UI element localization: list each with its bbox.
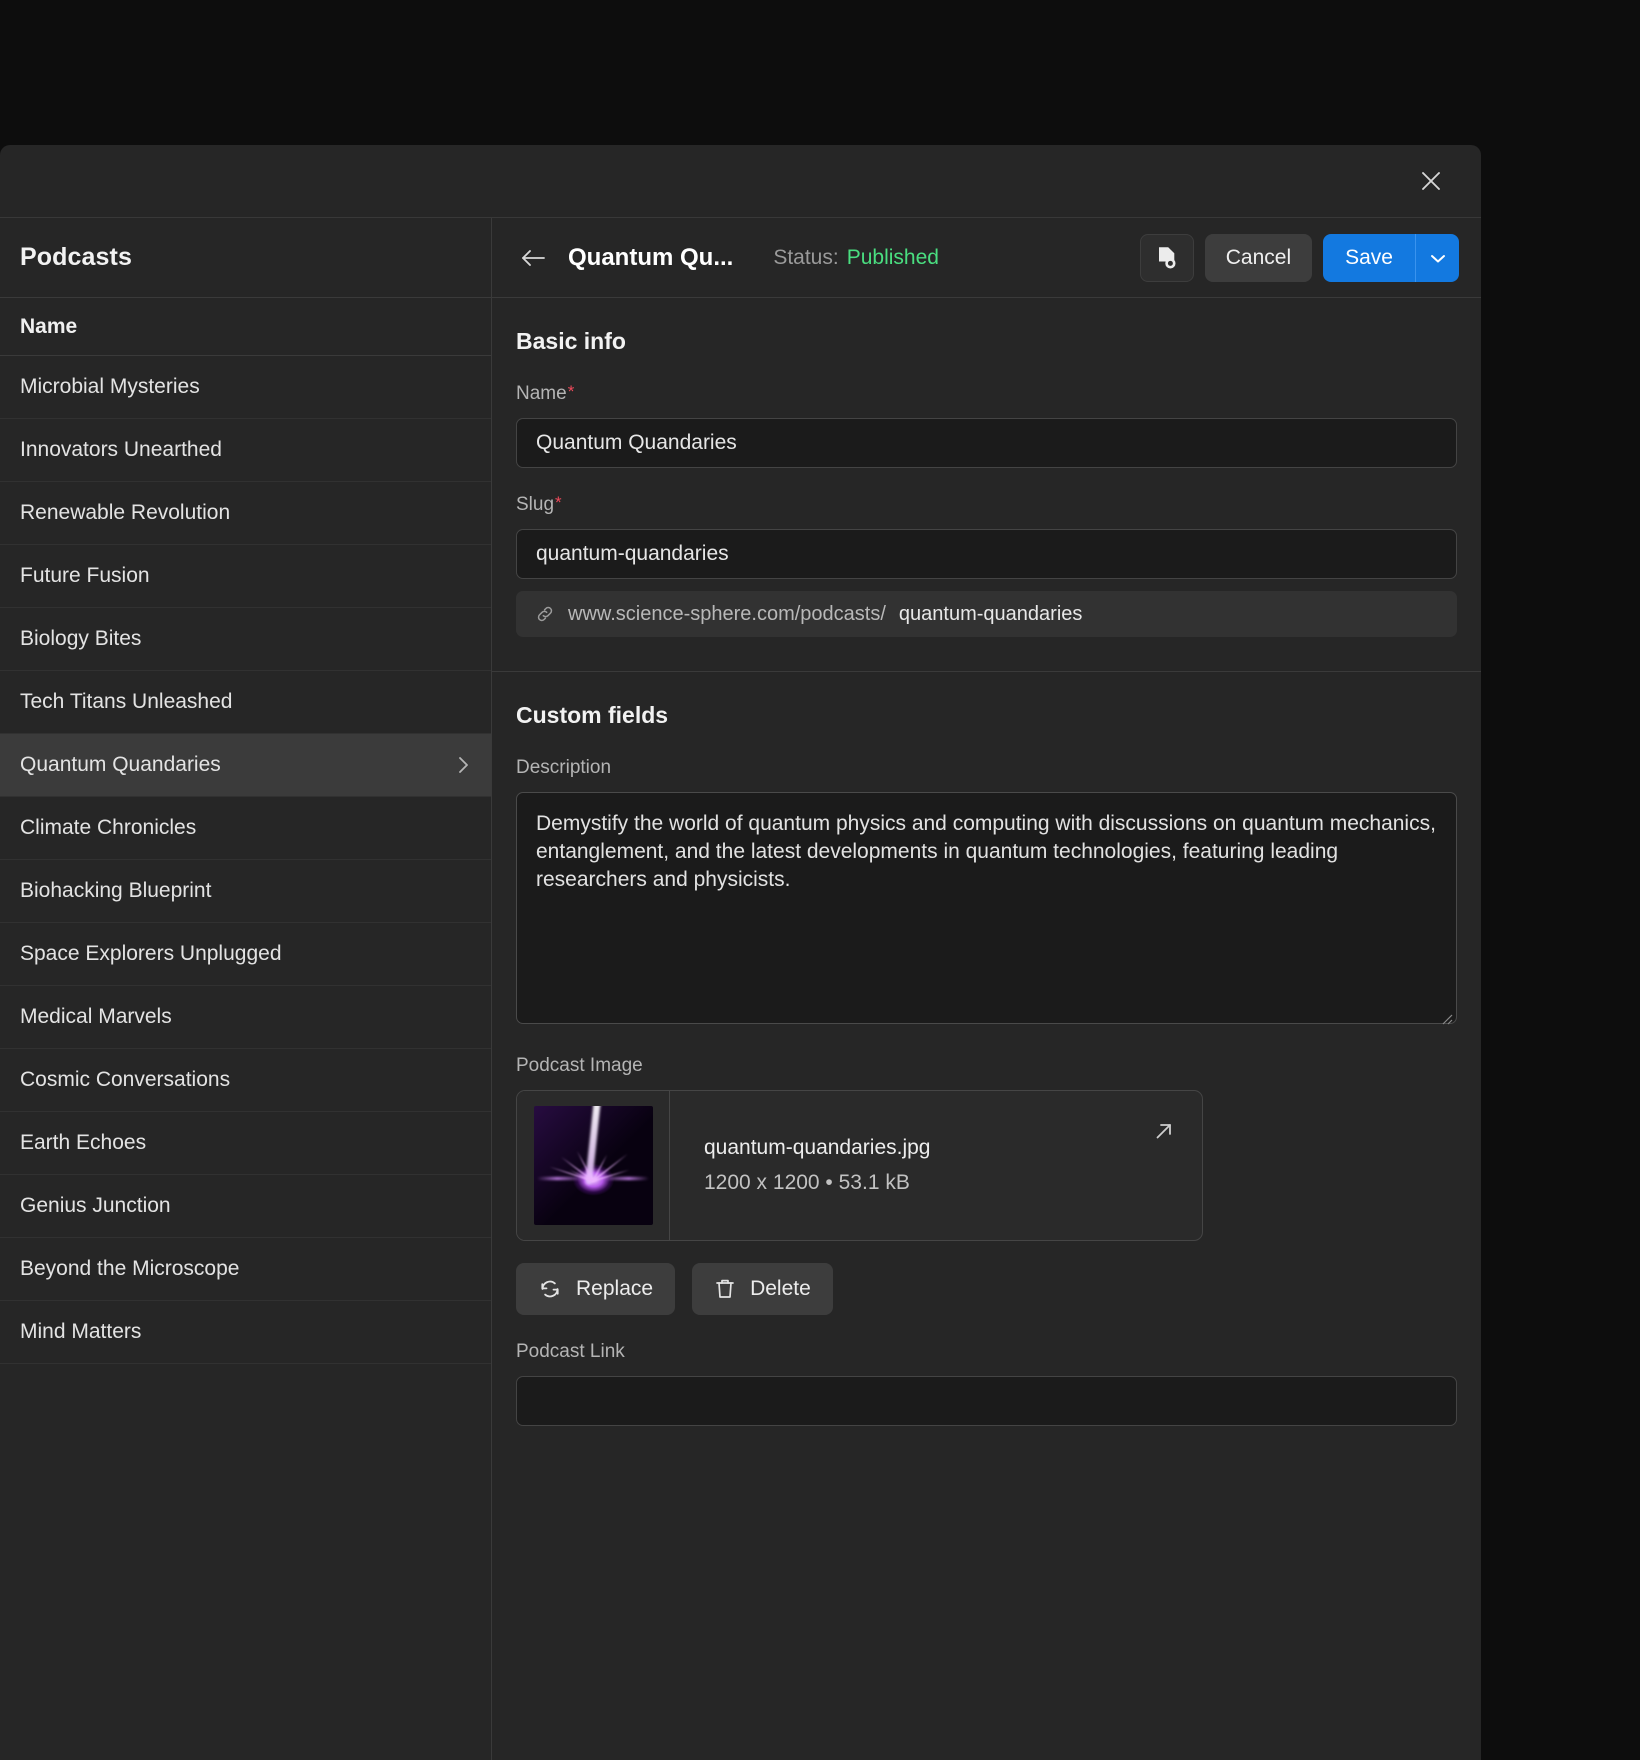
link-icon (535, 604, 555, 624)
custom-fields-section: Custom fields Description Podcast Image (492, 672, 1481, 1452)
podcast-image-card: quantum-quandaries.jpg 1200 x 1200 • 53.… (516, 1090, 1203, 1241)
replace-image-button[interactable]: Replace (516, 1263, 676, 1315)
image-file-name: quantum-quandaries.jpg (704, 1136, 931, 1159)
list-item[interactable]: Renewable Revolution (0, 482, 491, 545)
list-item-label: Medical Marvels (20, 1005, 172, 1028)
status-badge: Status: Published (773, 246, 939, 270)
list-item-label: Innovators Unearthed (20, 438, 222, 461)
list-item[interactable]: Climate Chronicles (0, 797, 491, 860)
delete-label: Delete (750, 1277, 811, 1300)
list-item-label: Genius Junction (20, 1194, 171, 1217)
list-item[interactable]: Future Fusion (0, 545, 491, 608)
close-icon[interactable] (1409, 159, 1453, 203)
image-file-meta: 1200 x 1200 • 53.1 kB (704, 1171, 910, 1194)
name-label: Name * (516, 383, 574, 405)
podcast-edit-modal: Podcasts Name Microbial Mysteries Innovat… (0, 145, 1481, 1760)
cancel-button[interactable]: Cancel (1204, 233, 1313, 282)
podcast-detail-panel: Quantum Qu... Status: Published Cancel S… (492, 218, 1481, 1760)
url-base: www.science-sphere.com/podcasts/ (568, 602, 886, 625)
slug-input[interactable] (516, 529, 1457, 579)
list-item-label: Climate Chronicles (20, 816, 197, 839)
list-column-header: Name (0, 298, 491, 356)
list-item[interactable]: Earth Echoes (0, 1112, 491, 1175)
external-link-icon[interactable] (1152, 1119, 1176, 1143)
image-action-buttons: Replace Delete (516, 1263, 1457, 1315)
list-item-label: Microbial Mysteries (20, 375, 200, 398)
list-item[interactable]: Biology Bites (0, 608, 491, 671)
custom-fields-title: Custom fields (516, 702, 669, 728)
list-item[interactable]: Tech Titans Unleashed (0, 671, 491, 734)
name-field-group: Name * (516, 383, 1457, 468)
arrow-left-icon[interactable] (516, 241, 550, 275)
list-item-label: Renewable Revolution (20, 501, 231, 524)
plasma-ball-image (533, 1106, 653, 1225)
description-wrapper (516, 792, 1457, 1029)
status-value: Published (846, 245, 939, 269)
trash-icon (714, 1277, 736, 1301)
list-item-label: Tech Titans Unleashed (20, 690, 233, 713)
podcast-image-label: Podcast Image (516, 1055, 643, 1076)
list-item[interactable]: Innovators Unearthed (0, 419, 491, 482)
detail-scroll-area[interactable]: Basic info Name * Slug * (492, 298, 1481, 1760)
list-item-label: Mind Matters (20, 1320, 142, 1343)
header-actions: Cancel Save (1139, 233, 1459, 282)
replace-label: Replace (576, 1277, 654, 1300)
podcast-list-sidebar: Podcasts Name Microbial Mysteries Innovat… (0, 218, 492, 1760)
description-textarea[interactable] (516, 792, 1457, 1024)
podcast-image-field-group: Podcast Image quantum-quandaries.jpg 120… (516, 1055, 1457, 1315)
list-item[interactable]: Biohacking Blueprint (0, 860, 491, 923)
sidebar-header: Podcasts (0, 218, 491, 298)
basic-info-section: Basic info Name * Slug * (492, 298, 1481, 672)
podcast-link-input[interactable] (516, 1376, 1457, 1426)
modal-body: Podcasts Name Microbial Mysteries Innovat… (0, 218, 1481, 1760)
slug-label-text: Slug (516, 494, 555, 515)
list-item[interactable]: Microbial Mysteries (0, 356, 491, 419)
chevron-down-icon[interactable] (1415, 233, 1459, 282)
chevron-right-icon (455, 754, 471, 776)
page-title: Quantum Qu... (568, 243, 734, 271)
document-preview-icon[interactable] (1139, 233, 1194, 282)
save-button[interactable]: Save (1323, 233, 1415, 282)
list-item[interactable]: Genius Junction (0, 1175, 491, 1238)
required-marker: * (567, 382, 575, 401)
list-item-label: Space Explorers Unplugged (20, 942, 282, 965)
delete-image-button[interactable]: Delete (692, 1263, 833, 1315)
image-metadata: quantum-quandaries.jpg 1200 x 1200 • 53.… (670, 1091, 1202, 1240)
status-label: Status: (773, 245, 839, 269)
name-input[interactable] (516, 418, 1457, 468)
list-item[interactable]: Space Explorers Unplugged (0, 923, 491, 986)
modal-topbar (0, 145, 1481, 218)
detail-header: Quantum Qu... Status: Published Cancel S… (492, 218, 1481, 298)
slug-url-preview: www.science-sphere.com/podcasts/quantum-… (516, 591, 1457, 637)
save-button-group: Save (1323, 233, 1459, 282)
slug-field-group: Slug * www.science-sphere.com/p (516, 494, 1457, 637)
list-item-label: Quantum Quandaries (20, 753, 221, 776)
list-item[interactable]: Cosmic Conversations (0, 1049, 491, 1112)
image-thumbnail (517, 1091, 670, 1240)
podcast-link-field-group: Podcast Link (516, 1341, 1457, 1426)
list-item[interactable]: Quantum Quandaries (0, 734, 491, 797)
url-slug: quantum-quandaries (898, 602, 1083, 625)
list-item-label: Biohacking Blueprint (20, 879, 212, 902)
description-field-group: Description (516, 757, 1457, 1029)
column-header-name: Name (20, 314, 78, 338)
basic-info-title: Basic info (516, 328, 626, 354)
podcast-list: Microbial Mysteries Innovators Unearthed R… (0, 356, 491, 1760)
refresh-icon (538, 1277, 562, 1301)
list-item[interactable]: Medical Marvels (0, 986, 491, 1049)
list-item[interactable]: Mind Matters (0, 1301, 491, 1364)
list-item[interactable]: Beyond the Microscope (0, 1238, 491, 1301)
list-item-label: Beyond the Microscope (20, 1257, 240, 1280)
description-label: Description (516, 757, 612, 778)
list-item-label: Cosmic Conversations (20, 1068, 231, 1091)
list-item-label: Future Fusion (20, 564, 150, 587)
list-item-label: Earth Echoes (20, 1131, 147, 1154)
list-item-label: Biology Bites (20, 627, 142, 650)
podcast-link-label: Podcast Link (516, 1341, 625, 1362)
slug-label: Slug * (516, 494, 562, 516)
sidebar-title: Podcasts (20, 243, 132, 271)
required-marker: * (555, 493, 562, 512)
name-label-text: Name (516, 383, 567, 404)
